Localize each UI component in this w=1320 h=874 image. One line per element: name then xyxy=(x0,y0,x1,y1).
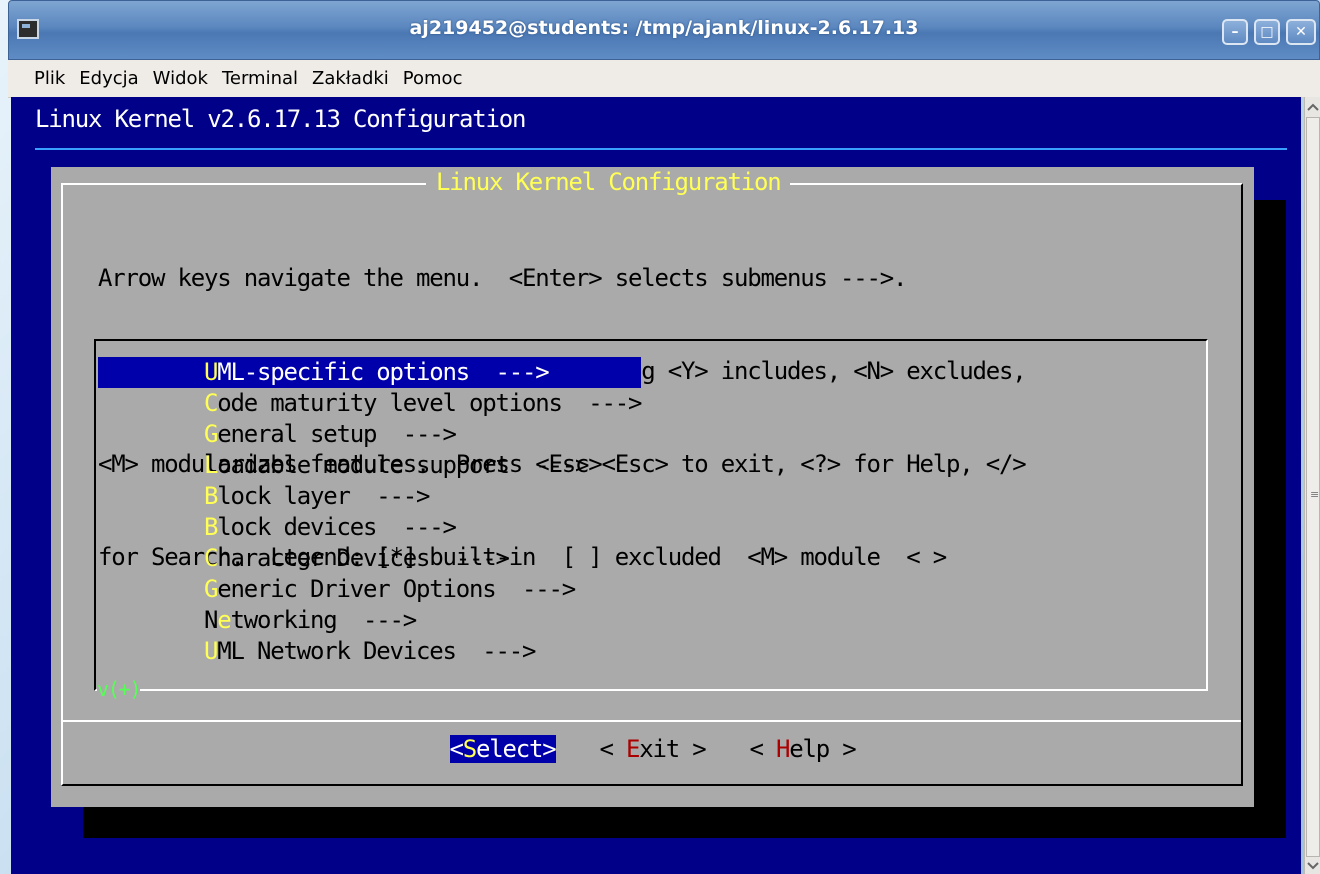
menu-item-hotkey: e xyxy=(217,606,231,634)
menu-item-label: eneral setup ---> xyxy=(217,420,457,448)
menu-item[interactable]: Loadable module support ---> xyxy=(98,450,641,481)
scroll-thumb[interactable]: ≡ xyxy=(1306,117,1320,857)
menu-item[interactable]: Block devices ---> xyxy=(98,512,641,543)
menu-item[interactable]: UML Network Devices ---> xyxy=(98,636,641,667)
menu-item-label: lock devices ---> xyxy=(217,513,457,541)
menu-item-hotkey: U xyxy=(204,637,218,665)
menu-item-hotkey: G xyxy=(204,420,218,448)
scroll-down-icon[interactable] xyxy=(1305,859,1320,873)
menu-item-hotkey: B xyxy=(204,482,218,510)
menu-item-hotkey: B xyxy=(204,513,218,541)
menu-terminal[interactable]: Terminal xyxy=(215,60,305,97)
menu-item-hotkey: G xyxy=(204,575,218,603)
menu-item-indent xyxy=(98,389,204,417)
maximize-icon: □ xyxy=(1260,24,1274,40)
help-line: Arrow keys navigate the menu. <Enter> se… xyxy=(98,264,907,292)
menu-item-indent xyxy=(98,482,204,510)
button-rest: elp xyxy=(789,735,830,763)
menu-item[interactable]: UML-specific options ---> xyxy=(98,357,642,388)
select-button[interactable]: <Select> xyxy=(449,735,557,763)
menu-item-hotkey: L xyxy=(204,451,218,479)
menu-item-indent xyxy=(98,575,204,603)
menu-item[interactable]: Character Devices ---> xyxy=(98,543,641,574)
menu-item-indent xyxy=(98,451,204,479)
terminal-scrollbar[interactable]: ≡ xyxy=(1304,97,1320,874)
menu-item[interactable]: Generic Driver Options ---> xyxy=(98,574,641,605)
title-bar[interactable]: aj219452@students: /tmp/ajank/linux-2.6.… xyxy=(8,0,1320,60)
menu-item-label: eneric Driver Options ---> xyxy=(217,575,576,603)
menu-item[interactable]: Networking ---> xyxy=(98,605,641,636)
minimize-button[interactable]: – xyxy=(1222,19,1248,45)
button-hotkey: S xyxy=(462,735,477,763)
menu-item[interactable]: General setup ---> xyxy=(98,419,641,450)
menu-item-label: oadable module support ---> xyxy=(217,451,589,479)
button-hotkey: H xyxy=(776,735,790,763)
close-icon: ✕ xyxy=(1295,24,1307,40)
button-close: > xyxy=(542,735,556,763)
header-divider xyxy=(35,148,1287,150)
exit-button[interactable]: < Exit > xyxy=(599,735,707,763)
kernel-config-header: Linux Kernel v2.6.17.13 Configuration xyxy=(35,105,526,133)
window-title: aj219452@students: /tmp/ajank/linux-2.6.… xyxy=(409,17,919,39)
terminal-area[interactable]: Linux Kernel v2.6.17.13 Configuration Li… xyxy=(11,97,1301,874)
menu-zakladki[interactable]: Zakładki xyxy=(305,60,396,97)
menu-item-indent xyxy=(98,606,204,634)
menu-item-hotkey: C xyxy=(204,544,218,572)
button-open: < xyxy=(449,735,464,763)
menu-list: UML-specific options ---> Code maturity … xyxy=(98,357,642,667)
menu-item-indent xyxy=(98,513,204,541)
button-open: < xyxy=(599,735,626,763)
grip-icon: ≡ xyxy=(1310,488,1320,501)
close-button[interactable]: ✕ xyxy=(1286,19,1316,45)
menu-item-label: ode maturity level options ---> xyxy=(217,389,642,417)
button-close: > xyxy=(679,735,706,763)
menu-bar: Plik Edycja Widok Terminal Zakładki Pomoc xyxy=(8,60,1320,98)
menu-item[interactable]: Code maturity level options ---> xyxy=(98,388,642,419)
menu-item-hotkey: C xyxy=(204,389,218,417)
dialog-buttons: <Select> < Exit > < Help > xyxy=(51,735,1254,763)
menu-item[interactable]: Block layer ---> xyxy=(98,481,641,512)
menu-plik[interactable]: Plik xyxy=(27,60,72,97)
menu-item-hotkey: U xyxy=(204,358,218,386)
maximize-button[interactable]: □ xyxy=(1254,19,1280,45)
scroll-more-indicator: v(+) xyxy=(97,677,142,701)
config-dialog: Linux Kernel Configuration Arrow keys na… xyxy=(51,167,1254,807)
button-close: > xyxy=(829,735,856,763)
dialog-title: Linux Kernel Configuration xyxy=(426,168,791,196)
help-button[interactable]: < Help > xyxy=(749,735,857,763)
menu-edycja[interactable]: Edycja xyxy=(72,60,145,97)
menu-item-label: ML Network Devices ---> xyxy=(217,637,536,665)
menu-pomoc[interactable]: Pomoc xyxy=(396,60,470,97)
menu-item-label: tworking ---> xyxy=(230,606,418,634)
menu-item-indent xyxy=(98,358,204,386)
button-rest: xit xyxy=(639,735,680,763)
menu-item-label: ML-specific options ---> xyxy=(217,358,549,386)
menu-item-indent xyxy=(98,420,204,448)
minimize-icon: – xyxy=(1231,24,1239,40)
scroll-up-icon[interactable] xyxy=(1305,99,1320,115)
terminal-window: aj219452@students: /tmp/ajank/linux-2.6.… xyxy=(8,0,1320,874)
menu-box: UML-specific options ---> Code maturity … xyxy=(94,339,1208,691)
menu-widok[interactable]: Widok xyxy=(146,60,215,97)
menu-item-indent xyxy=(98,544,204,572)
button-separator xyxy=(63,720,1241,722)
menu-item-prefix: N xyxy=(204,606,218,634)
menu-item-label: haracter Devices ---> xyxy=(217,544,510,572)
menu-item-label: lock layer ---> xyxy=(217,482,430,510)
menu-item-indent xyxy=(98,637,204,665)
button-hotkey: E xyxy=(626,735,640,763)
button-rest: elect xyxy=(476,735,543,763)
button-open: < xyxy=(749,735,776,763)
